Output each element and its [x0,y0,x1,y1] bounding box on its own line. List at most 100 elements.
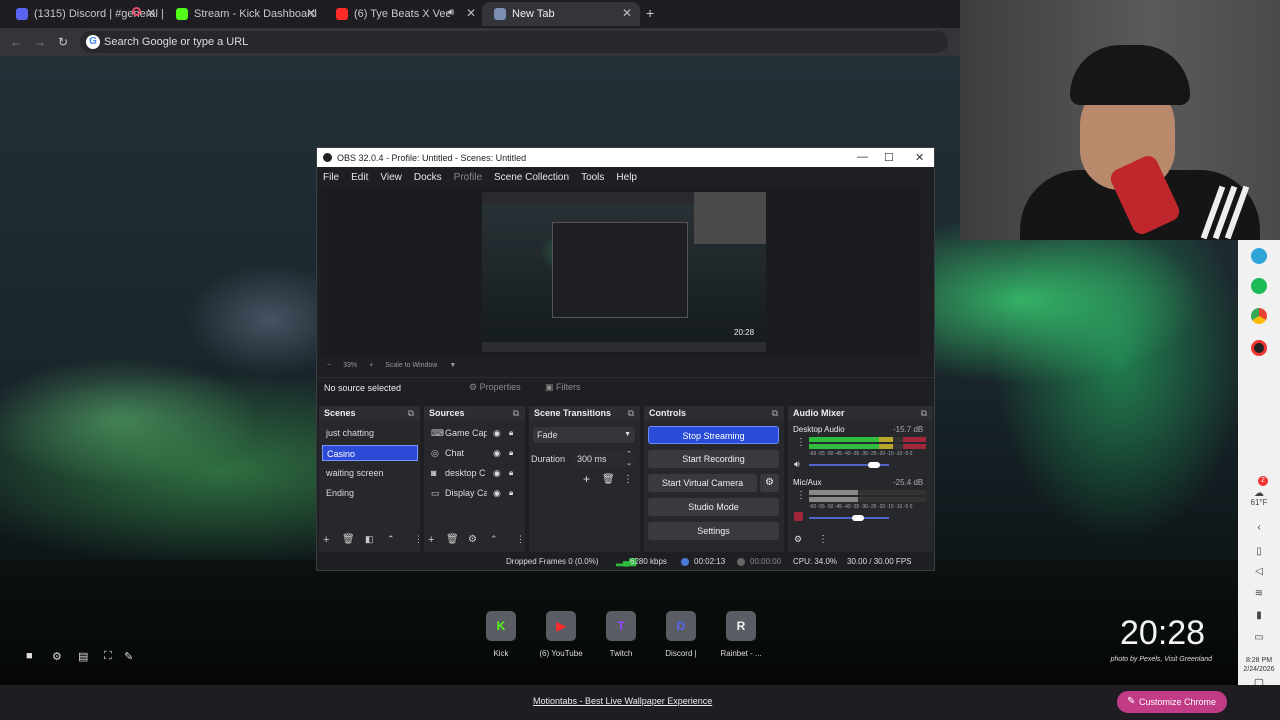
more-icon[interactable]: ⋮ [414,534,423,545]
lock-icon[interactable]: 🔒︎ [509,445,513,461]
more-icon[interactable]: ⋮ [796,437,806,448]
add-source-icon[interactable]: + [428,534,434,546]
obs-preview-area[interactable]: 20:28 [321,187,921,357]
tab-discord[interactable]: (1315) Discord | #general | ✕ [4,2,164,26]
source-item[interactable]: ◎ Chat ◉ 🔒︎ [427,445,523,461]
zoom-in-button[interactable]: + [369,362,373,369]
menu-scene-collection[interactable]: Scene Collection [494,172,569,183]
shortcut-rainbet[interactable]: R Rainbet - ... [720,611,762,658]
more-icon[interactable]: ⋮ [818,534,828,545]
lock-icon[interactable]: 🔒︎ [509,465,513,481]
spotify-icon[interactable] [1251,278,1267,294]
camera-icon[interactable]: ■ [26,650,33,662]
shortcut-youtube[interactable]: ▶ (6) YouTube [539,611,583,658]
add-transition-icon[interactable]: + [583,472,590,486]
menu-edit[interactable]: Edit [351,172,368,183]
visibility-eye-icon[interactable]: ◉ [493,465,501,481]
close-window-icon[interactable]: ✕ [915,151,924,164]
dock-menu-icon[interactable]: ⧉ [408,406,414,421]
close-tab-icon[interactable]: ✕ [306,6,316,20]
lock-icon[interactable]: 🔒︎ [509,425,513,441]
motiontabs-link[interactable]: Motiontabs - Best Live Wallpaper Experie… [533,696,712,706]
close-tab-icon[interactable]: ✕ [146,6,156,20]
chevron-left-icon[interactable]: ‹ [1250,522,1268,533]
shortcut-kick[interactable]: K Kick [481,611,521,658]
more-icon[interactable]: ⋮ [516,534,525,545]
reload-icon[interactable]: ↻ [58,35,68,49]
volume-slider[interactable] [809,517,889,519]
volume-slider-knob[interactable] [852,515,864,521]
dock-menu-icon[interactable]: ⧉ [628,406,634,421]
zoom-dropdown-icon[interactable]: ▼ [449,362,456,369]
scene-item[interactable]: Ending [322,485,418,501]
gear-icon[interactable]: ⚙ [52,650,62,663]
dock-menu-icon[interactable]: ⧉ [513,406,519,421]
filters-button[interactable]: ▣ Filters [545,382,581,393]
tab-kick-dashboard[interactable]: Stream - Kick Dashboard ✕ [164,2,324,26]
obs-app-icon[interactable] [1251,340,1267,356]
menu-profile[interactable]: Profile [454,172,482,183]
keyboard-icon[interactable]: ▭ [1250,632,1268,643]
duration-input[interactable]: 300 ms ⌃ ⌄ [573,451,635,467]
shortcut-discord[interactable]: D Discord | [661,611,701,658]
source-settings-gear-icon[interactable]: ⚙ [468,534,477,545]
lock-icon[interactable]: 🔒︎ [509,485,513,501]
dock-menu-icon[interactable]: ⧉ [921,406,927,421]
menu-file[interactable]: File [323,172,339,183]
scene-item-selected[interactable]: Casino [322,445,418,461]
more-icon[interactable]: ⋮ [796,490,806,501]
close-tab-icon[interactable]: ✕ [466,6,476,20]
menu-help[interactable]: Help [616,172,637,183]
speaker-icon[interactable]: 🔊︎ [794,459,800,470]
obs-preview-canvas[interactable]: 20:28 [482,192,766,352]
volume-icon[interactable]: ◁ [1250,566,1268,577]
scale-to-window-toggle[interactable]: Scale to Window [385,362,437,369]
store-icon[interactable]: ▤ [78,650,88,663]
remove-source-icon[interactable]: 🗑︎ [446,534,459,545]
volume-slider-knob[interactable] [868,462,880,468]
source-item[interactable]: ▭ Display Ca ◉ 🔒︎ [427,485,523,501]
customize-chrome-button[interactable]: ✎ Customize Chrome [1117,691,1227,713]
visibility-eye-icon[interactable]: ◉ [493,425,501,441]
menu-view[interactable]: View [380,172,402,183]
forward-arrow-icon[interactable]: → [34,35,46,49]
close-tab-icon[interactable]: ✕ [622,6,632,20]
settings-button[interactable]: Settings [648,522,779,540]
add-scene-icon[interactable]: + [323,534,329,546]
transition-select[interactable]: Fade ▼ [533,427,635,443]
zoom-out-button[interactable]: − [327,362,331,369]
remove-scene-icon[interactable]: 🗑︎ [342,534,355,545]
visibility-eye-icon[interactable]: ◉ [493,485,501,501]
move-up-icon[interactable]: ⌃ [387,534,395,545]
start-virtual-camera-button[interactable]: Start Virtual Camera [648,474,757,492]
tab-youtube[interactable]: (6) Tye Beats X Veeze - Wo 🔊︎ ✕ [324,2,484,26]
stop-streaming-button[interactable]: Stop Streaming [648,426,779,444]
system-clock[interactable]: 8:28 PM 2/24/2026 ▢ [1238,656,1280,689]
brush-icon[interactable]: ✎ [124,650,133,663]
start-recording-button[interactable]: Start Recording [648,450,779,468]
scene-item[interactable]: waiting screen [322,465,418,481]
menu-docks[interactable]: Docks [414,172,442,183]
omnibox-input[interactable]: G Search Google or type a URL [80,31,948,53]
scene-item[interactable]: just chatting [322,425,418,441]
source-item[interactable]: ◙ desktop C ◉ 🔒︎ [427,465,523,481]
maximize-icon[interactable]: ☐ [884,151,894,164]
properties-button[interactable]: ⚙ Properties [469,382,521,393]
fullscreen-icon[interactable]: ⛶ [104,650,112,663]
remove-transition-icon[interactable]: 🗑︎ [602,474,615,485]
more-icon[interactable]: ⋮ [623,474,633,485]
speaker-icon[interactable]: 🔊︎ [448,7,454,18]
back-arrow-icon[interactable]: ← [10,35,22,49]
virtual-camera-settings-gear-icon[interactable]: ⚙ [760,474,779,492]
studio-mode-button[interactable]: Studio Mode [648,498,779,516]
spinner-down-icon[interactable]: ⌄ [626,456,632,472]
source-item[interactable]: ⌨ Game Cap ◉ 🔒︎ [427,425,523,441]
advanced-audio-gear-icon[interactable]: ⚙ [794,534,802,545]
scene-filters-icon[interactable]: ◧ [365,534,374,545]
clipboard-icon[interactable]: ▯ [1250,546,1268,557]
wifi-icon[interactable]: ≋ [1250,588,1268,599]
chrome-icon[interactable] [1251,308,1267,324]
dock-menu-icon[interactable]: ⧉ [772,406,778,421]
edge-copilot-icon[interactable] [1251,248,1267,264]
move-up-icon[interactable]: ⌃ [490,534,498,545]
